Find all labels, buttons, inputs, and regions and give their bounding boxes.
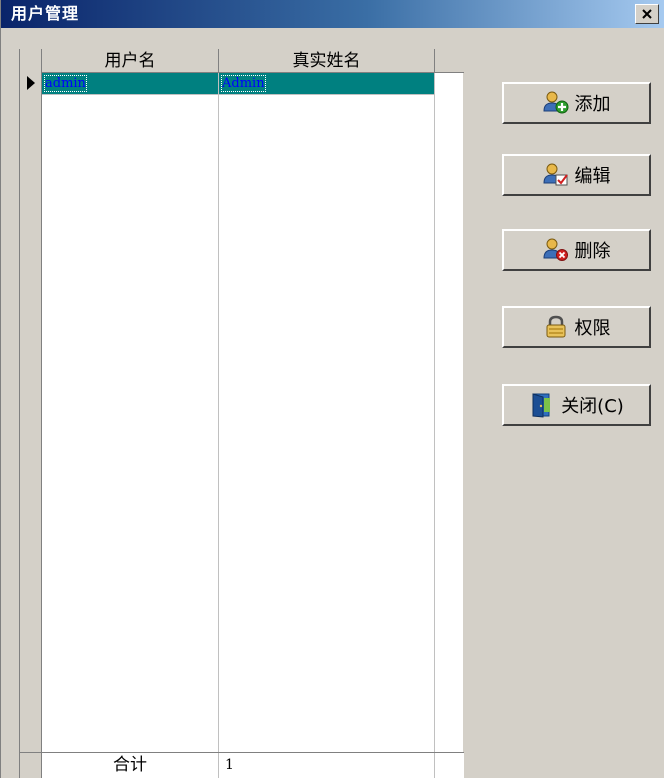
user-grid[interactable]: 用户名 真实姓名 admin Admin 合计 1 [19, 49, 464, 778]
lock-icon [543, 314, 569, 340]
edit-user-button[interactable]: 编辑 [502, 154, 651, 196]
close-window-button[interactable] [635, 4, 659, 24]
cell-username-text: admin [44, 75, 87, 92]
row-pointer-icon [26, 75, 36, 94]
cell-realname[interactable]: Admin [219, 73, 435, 95]
delete-button-label: 删除 [574, 241, 611, 262]
add-button-label: 添加 [574, 94, 611, 115]
cell-realname-text: Admin [221, 75, 266, 92]
close-button[interactable]: 关闭(C) [502, 384, 651, 426]
user-edit-icon [542, 162, 569, 188]
row-indicator-column [20, 95, 42, 778]
total-row: 合计 1 [20, 752, 464, 778]
add-user-button[interactable]: 添加 [502, 82, 651, 124]
column-divider [218, 95, 219, 778]
user-add-icon [542, 90, 569, 116]
close-button-label: 关闭(C) [561, 396, 624, 417]
exit-door-icon [529, 392, 555, 418]
total-indicator-cell [20, 753, 42, 778]
column-divider [434, 95, 435, 778]
title-bar: 用户管理 [1, 0, 664, 28]
edit-button-label: 编辑 [574, 166, 611, 187]
total-value: 1 [219, 753, 435, 778]
user-delete-icon [542, 237, 569, 263]
grid-header-row: 用户名 真实姓名 [20, 49, 464, 73]
column-header-username[interactable]: 用户名 [42, 49, 219, 73]
permission-button-label: 权限 [574, 318, 611, 339]
permission-button[interactable]: 权限 [502, 306, 651, 348]
window-title: 用户管理 [11, 4, 80, 23]
column-header-realname[interactable]: 真实姓名 [219, 49, 435, 73]
cell-username[interactable]: admin [42, 73, 219, 95]
row-indicator [20, 73, 42, 95]
user-management-window: 用户管理 用户名 真实姓名 admin Admin 合计 1 添加 编辑 删除 … [0, 0, 664, 778]
total-label: 合计 [42, 753, 219, 778]
delete-user-button[interactable]: 删除 [502, 229, 651, 271]
table-row[interactable]: admin Admin [20, 73, 464, 95]
header-indicator-cell [20, 49, 42, 73]
close-icon [641, 8, 653, 20]
